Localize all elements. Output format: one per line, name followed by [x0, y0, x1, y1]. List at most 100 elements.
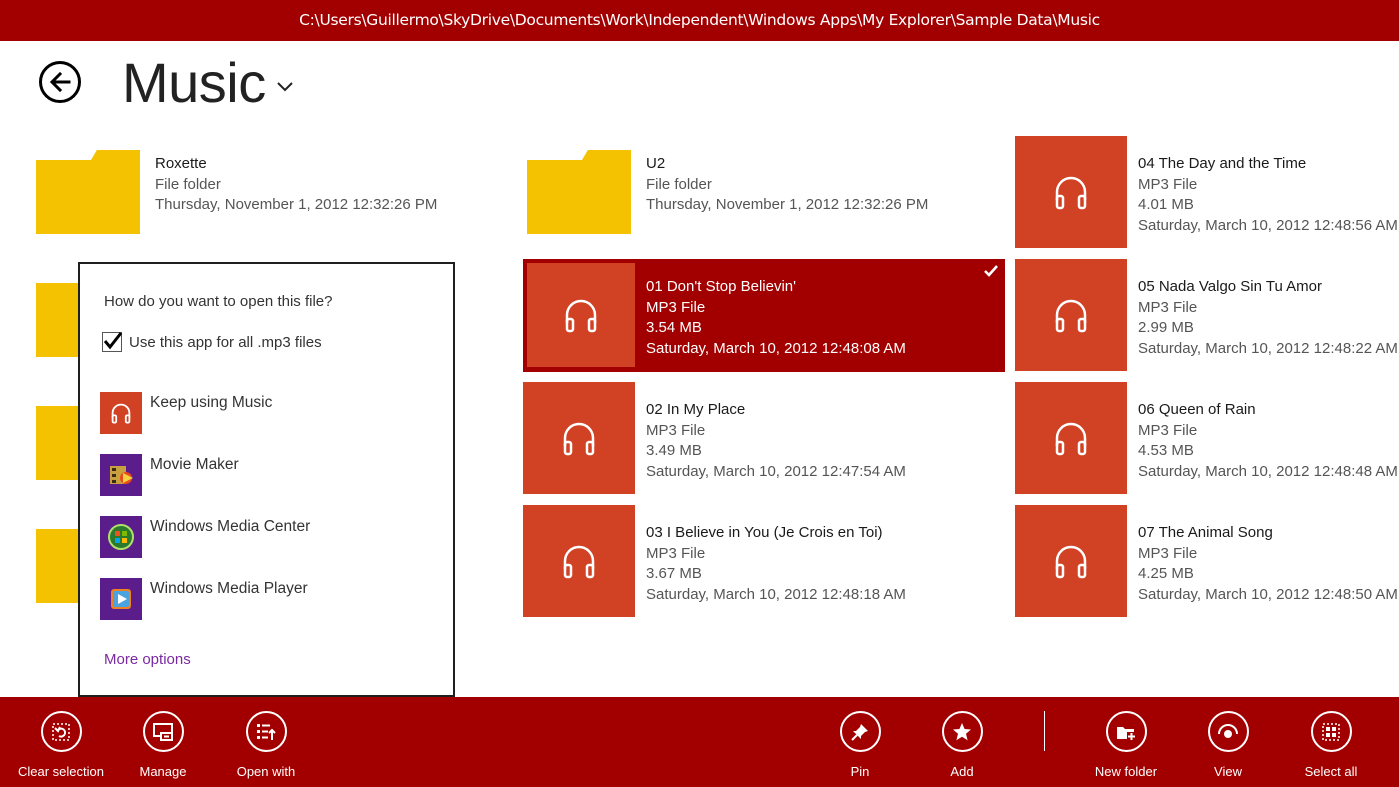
item-date: Saturday, March 10, 2012 12:47:54 AM [646, 462, 906, 483]
file-item-06[interactable]: 06 Queen of Rain MP3 File 4.53 MB Saturd… [1015, 382, 1399, 494]
music-tile [1015, 136, 1127, 248]
item-name: 05 Nada Valgo Sin Tu Amor [1138, 277, 1398, 298]
back-button[interactable] [39, 61, 81, 103]
add-button[interactable]: Add [912, 711, 1012, 779]
open-with-flyout: How do you want to open this file? Use t… [78, 262, 455, 697]
folder-item-u2[interactable]: U2 File folder Thursday, November 1, 201… [527, 136, 997, 248]
appbar-divider [1044, 711, 1045, 751]
item-date: Saturday, March 10, 2012 12:48:48 AM [1138, 462, 1398, 483]
headphones-icon [559, 541, 599, 581]
app-option-keep-using-music[interactable]: Keep using Music [100, 392, 430, 436]
music-tile [1015, 505, 1127, 617]
open-with-icon [255, 721, 277, 743]
file-item-03[interactable]: 03 I Believe in You (Je Crois en Toi) MP… [523, 505, 1005, 617]
music-tile [1015, 382, 1127, 494]
back-arrow-icon [48, 70, 72, 94]
music-tile [523, 505, 635, 617]
app-option-windows-media-player[interactable]: Windows Media Player [100, 578, 430, 622]
item-date: Saturday, March 10, 2012 12:48:18 AM [646, 585, 906, 606]
item-name: 04 The Day and the Time [1138, 154, 1398, 175]
item-type: MP3 File [646, 421, 906, 442]
clear-selection-button[interactable]: Clear selection [11, 711, 111, 779]
headphones-icon [559, 418, 599, 458]
file-item-05[interactable]: 05 Nada Valgo Sin Tu Amor MP3 File 2.99 … [1015, 259, 1399, 371]
item-type: MP3 File [1138, 544, 1398, 565]
item-size: 2.99 MB [1138, 318, 1398, 339]
folder-icon [36, 150, 140, 234]
command-label: Clear selection [11, 764, 111, 779]
item-size: 4.01 MB [1138, 195, 1398, 216]
more-options-link[interactable]: More options [104, 651, 191, 668]
media-player-icon [100, 578, 142, 620]
item-name: 07 The Animal Song [1138, 523, 1398, 544]
headphones-icon [561, 295, 601, 335]
file-item-07[interactable]: 07 The Animal Song MP3 File 4.25 MB Satu… [1015, 505, 1399, 617]
item-name: 02 In My Place [646, 400, 906, 421]
item-date: Saturday, March 10, 2012 12:48:08 AM [646, 339, 906, 360]
command-label: Open with [216, 764, 316, 779]
new-folder-icon [1115, 721, 1137, 743]
item-date: Saturday, March 10, 2012 12:48:56 AM [1138, 216, 1398, 237]
select-all-icon [1320, 721, 1342, 743]
headphones-icon [1051, 172, 1091, 212]
checkmark-icon [102, 330, 124, 352]
item-type: MP3 File [1138, 298, 1398, 319]
folder-icon [527, 150, 631, 234]
item-name: 01 Don't Stop Believin' [646, 277, 906, 298]
item-name: 06 Queen of Rain [1138, 400, 1398, 421]
view-icon [1217, 721, 1239, 743]
app-option-label: Movie Maker [150, 456, 239, 474]
item-size: 3.54 MB [646, 318, 906, 339]
app-option-label: Windows Media Player [150, 580, 308, 598]
chevron-down-icon[interactable] [275, 76, 295, 96]
command-label: New folder [1076, 764, 1176, 779]
app-option-label: Keep using Music [150, 394, 272, 412]
media-center-icon [100, 516, 142, 558]
file-item-02[interactable]: 02 In My Place MP3 File 3.49 MB Saturday… [523, 382, 1005, 494]
app-option-windows-media-center[interactable]: Windows Media Center [100, 516, 430, 560]
item-type: MP3 File [646, 298, 906, 319]
item-name: Roxette [155, 154, 437, 175]
view-button[interactable]: View [1178, 711, 1278, 779]
clear-selection-icon [50, 721, 72, 743]
item-date: Thursday, November 1, 2012 12:32:26 PM [155, 195, 437, 216]
new-folder-button[interactable]: New folder [1076, 711, 1176, 779]
command-label: Add [912, 764, 1012, 779]
command-label: Manage [113, 764, 213, 779]
file-item-04[interactable]: 04 The Day and the Time MP3 File 4.01 MB… [1015, 136, 1399, 248]
checkmark-icon [983, 263, 999, 279]
file-item-01[interactable]: 01 Don't Stop Believin' MP3 File 3.54 MB… [523, 259, 1005, 372]
headphones-icon [1051, 418, 1091, 458]
item-type: File folder [646, 175, 928, 196]
window-title-path: C:\Users\Guillermo\SkyDrive\Documents\Wo… [0, 0, 1399, 41]
app-option-movie-maker[interactable]: Movie Maker [100, 454, 430, 498]
pin-button[interactable]: Pin [810, 711, 910, 779]
page-title: Music [122, 50, 266, 116]
item-name: 03 I Believe in You (Je Crois en Toi) [646, 523, 906, 544]
folder-icon [36, 283, 80, 357]
command-label: Pin [810, 764, 910, 779]
open-with-button[interactable]: Open with [216, 711, 316, 779]
pin-icon [849, 721, 871, 743]
item-date: Thursday, November 1, 2012 12:32:26 PM [646, 195, 928, 216]
item-type: MP3 File [1138, 421, 1398, 442]
command-label: View [1178, 764, 1278, 779]
command-label: Select all [1281, 764, 1381, 779]
use-app-for-all-checkbox[interactable] [102, 332, 122, 352]
select-all-button[interactable]: Select all [1281, 711, 1381, 779]
music-tile [1015, 259, 1127, 371]
item-size: 3.67 MB [646, 564, 906, 585]
manage-button[interactable]: Manage [113, 711, 213, 779]
item-type: MP3 File [1138, 175, 1398, 196]
use-app-for-all-label: Use this app for all .mp3 files [129, 334, 322, 351]
item-name: U2 [646, 154, 928, 175]
movie-maker-icon [100, 454, 142, 496]
folder-item-roxette[interactable]: Roxette File folder Thursday, November 1… [36, 136, 476, 248]
headphones-icon [100, 392, 142, 434]
star-icon [951, 721, 973, 743]
music-tile [527, 263, 635, 367]
manage-icon [152, 721, 174, 743]
item-size: 4.25 MB [1138, 564, 1398, 585]
item-type: File folder [155, 175, 437, 196]
open-with-question: How do you want to open this file? [104, 293, 332, 310]
